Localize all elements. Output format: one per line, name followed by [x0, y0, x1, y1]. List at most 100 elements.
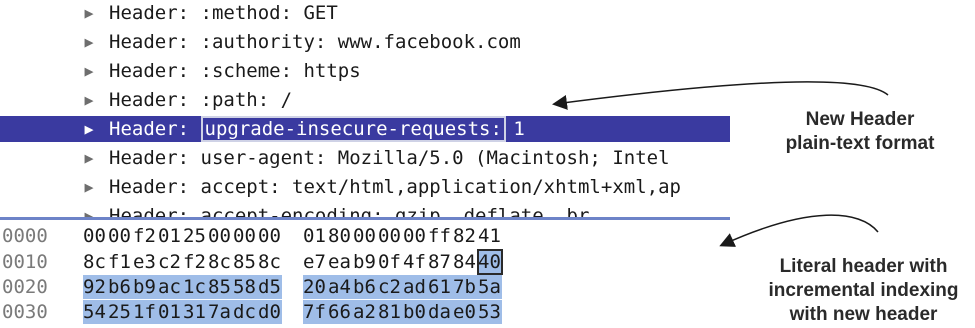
hex-row[interactable]: 0020 92 b6 b9 ac 1c 85 58 d5 20 a4 b6 c2 ad 61 7b 5a — [0, 275, 730, 299]
hex-byte[interactable]: 40 — [477, 249, 503, 275]
expand-arrow-icon[interactable]: ▶ — [78, 0, 100, 26]
hex-byte[interactable]: 0f — [378, 250, 402, 274]
expand-arrow-icon[interactable]: ▶ — [78, 145, 100, 171]
hex-byte[interactable]: 53 — [478, 300, 502, 324]
tree-row-authority[interactable]: ▶ Header: :authority: www.facebook.com — [0, 29, 730, 55]
hex-byte[interactable]: d0 — [258, 300, 282, 324]
hex-byte[interactable]: 1f — [133, 300, 157, 324]
hex-byte[interactable]: ff — [428, 224, 452, 248]
highlighted-header-name: upgrade-insecure-requests: — [200, 116, 506, 142]
hex-byte[interactable]: b6 — [353, 275, 377, 299]
hex-byte[interactable]: 8c — [83, 250, 107, 274]
hex-byte[interactable]: c2 — [158, 250, 182, 274]
hex-byte[interactable]: 01 — [303, 224, 327, 248]
hex-byte[interactable]: 4f — [403, 250, 427, 274]
annotation-line: incremental indexing — [768, 280, 959, 301]
tree-row-label: Header: upgrade-insecure-requests: 1 — [109, 116, 525, 142]
tree-row-upgrade-insecure-requests[interactable]: ▶ Header: upgrade-insecure-requests: 1 — [0, 116, 730, 142]
expand-arrow-icon[interactable]: ▶ — [78, 29, 100, 55]
hex-row[interactable]: 0000 00 00 f2 01 25 00 00 00 01 80 00 00 00 ff 82 41 — [0, 224, 730, 248]
hex-byte[interactable]: ea — [328, 250, 352, 274]
hex-offset: 0010 — [2, 251, 48, 273]
hex-byte[interactable]: 25 — [108, 300, 132, 324]
hex-row[interactable]: 0030 54 25 1f 01 31 7a dc d0 7f 66 a2 81 b0 da e0 53 — [0, 300, 730, 324]
tree-row-user-agent[interactable]: ▶ Header: user-agent: Mozilla/5.0 (Macin… — [0, 145, 730, 171]
hex-byte[interactable]: 00 — [378, 224, 402, 248]
hex-byte[interactable]: b9 — [133, 275, 157, 299]
hex-byte[interactable]: 41 — [478, 224, 502, 248]
hex-byte[interactable]: 1c — [183, 275, 207, 299]
hex-byte[interactable]: 31 — [183, 300, 207, 324]
hex-byte[interactable]: dc — [233, 300, 257, 324]
tree-row-label: Header: accept-encoding: gzip, deflate, … — [109, 205, 590, 218]
hex-offset: 0020 — [2, 276, 48, 298]
expand-arrow-icon[interactable]: ▶ — [78, 87, 100, 113]
annotation-line: plain-text format — [785, 133, 935, 154]
hex-byte[interactable]: 01 — [158, 224, 182, 248]
tree-row-method[interactable]: ▶ Header: :method: GET — [0, 0, 730, 26]
hex-byte[interactable]: b6 — [108, 275, 132, 299]
expand-arrow-icon[interactable]: ▶ — [78, 58, 100, 84]
tree-row-accept-encoding[interactable]: ▶ Header: accept-encoding: gzip, deflate… — [0, 203, 730, 218]
hex-byte[interactable]: 5a — [478, 275, 502, 299]
hex-byte[interactable]: 66 — [328, 300, 352, 324]
packet-details-tree: ▶ Header: :method: GET ▶ Header: :author… — [0, 0, 730, 218]
hex-byte[interactable]: 00 — [233, 224, 257, 248]
tree-row-label: Header: :scheme: https — [109, 60, 361, 82]
hex-byte[interactable]: 7f — [303, 300, 327, 324]
hex-byte[interactable]: 82 — [453, 224, 477, 248]
tree-row-path[interactable]: ▶ Header: :path: / — [0, 87, 730, 113]
hex-byte[interactable]: da — [428, 300, 452, 324]
hex-byte[interactable]: 00 — [353, 224, 377, 248]
hex-byte[interactable]: 85 — [233, 250, 257, 274]
hex-byte[interactable]: 84 — [453, 250, 477, 274]
tree-row-accept[interactable]: ▶ Header: accept: text/html,application/… — [0, 174, 730, 200]
hex-byte[interactable]: 80 — [328, 224, 352, 248]
hex-byte[interactable]: b0 — [403, 300, 427, 324]
hex-byte[interactable]: ad — [403, 275, 427, 299]
hex-byte[interactable]: f1 — [108, 250, 132, 274]
hex-byte[interactable]: d5 — [258, 275, 282, 299]
hex-byte[interactable]: 8c — [208, 250, 232, 274]
annotation-literal-header: Literal header with incremental indexing… — [752, 255, 975, 327]
hex-byte[interactable]: a4 — [328, 275, 352, 299]
hex-row[interactable]: 0010 8c f1 e3 c2 f2 8c 85 8c e7 ea b9 0f 4f 87 84 40 — [0, 249, 730, 275]
annotation-new-header: New Header plain-text format — [775, 108, 945, 156]
hex-byte[interactable]: 61 — [428, 275, 452, 299]
hex-byte[interactable]: 8c — [258, 250, 282, 274]
hex-byte[interactable]: 58 — [233, 275, 257, 299]
hex-byte[interactable]: 00 — [208, 224, 232, 248]
tree-row-label: Header: :path: / — [109, 89, 293, 111]
hex-byte[interactable]: 54 — [83, 300, 107, 324]
tree-row-label: Header: accept: text/html,application/xh… — [109, 176, 681, 198]
hex-byte[interactable]: 92 — [83, 275, 107, 299]
hex-byte[interactable]: 25 — [183, 224, 207, 248]
hex-byte[interactable]: f2 — [133, 224, 157, 248]
hex-byte[interactable]: 00 — [83, 224, 107, 248]
hex-byte[interactable]: 87 — [428, 250, 452, 274]
hex-byte[interactable]: a2 — [353, 300, 377, 324]
hex-byte[interactable]: 00 — [258, 224, 282, 248]
tree-row-scheme[interactable]: ▶ Header: :scheme: https — [0, 58, 730, 84]
expand-arrow-icon[interactable]: ▶ — [78, 174, 100, 200]
hex-byte[interactable]: f2 — [183, 250, 207, 274]
hex-byte[interactable]: e7 — [303, 250, 327, 274]
hex-byte[interactable]: e0 — [453, 300, 477, 324]
hex-dump-pane: 0000 00 00 f2 01 25 00 00 00 01 80 00 00 00 ff 82 41 0010… — [0, 220, 730, 328]
hex-byte[interactable]: 81 — [378, 300, 402, 324]
hex-byte[interactable]: 00 — [403, 224, 427, 248]
hex-byte[interactable]: 85 — [208, 275, 232, 299]
hex-byte[interactable]: b9 — [353, 250, 377, 274]
annotation-line: with new header — [789, 304, 938, 325]
hex-byte[interactable]: e3 — [133, 250, 157, 274]
hex-byte[interactable]: 20 — [303, 275, 327, 299]
expand-arrow-icon[interactable]: ▶ — [78, 203, 100, 218]
hex-byte[interactable]: 00 — [108, 224, 132, 248]
hex-byte[interactable]: 7a — [208, 300, 232, 324]
hex-byte[interactable]: 01 — [158, 300, 182, 324]
hex-byte[interactable]: 7b — [453, 275, 477, 299]
expand-arrow-icon[interactable]: ▶ — [78, 116, 100, 142]
hex-byte[interactable]: c2 — [378, 275, 402, 299]
hex-offset: 0030 — [2, 301, 48, 323]
hex-byte[interactable]: ac — [158, 275, 182, 299]
